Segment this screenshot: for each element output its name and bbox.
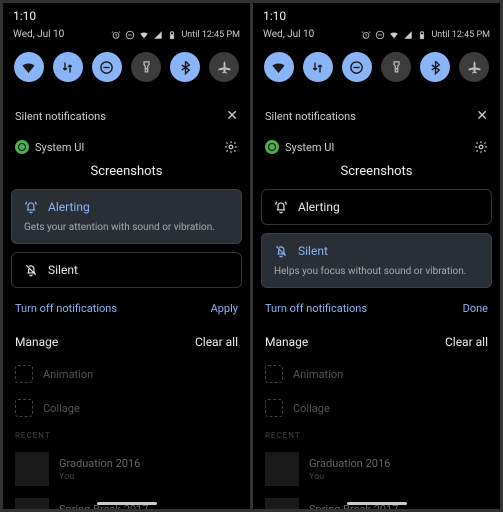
bg-media-sub: You [309,472,390,482]
status-until: Until 12:45 PM [181,30,240,40]
quick-settings-row [253,48,500,92]
signal-status-icon [153,30,163,40]
bg-media-title: Graduation 2016 [59,457,140,470]
app-name: System UI [35,141,84,154]
dnd-icon [349,60,364,75]
status-until: Until 12:45 PM [431,30,490,40]
battery-status-icon [167,30,177,40]
clear-all-button[interactable]: Clear all [445,335,488,349]
qs-flashlight[interactable] [381,52,411,82]
alarm-icon [361,30,371,40]
bg-media-title: Graduation 2016 [309,457,390,470]
background-app-content: Animation Collage RECENT Graduation 2016… [253,357,500,509]
flashlight-icon [139,60,154,75]
qs-data[interactable] [303,52,333,82]
data-swap-icon [60,60,75,75]
flashlight-icon [389,60,404,75]
manage-button[interactable]: Manage [15,335,58,349]
qs-dnd[interactable] [92,52,122,82]
option-silent[interactable]: Silent [11,252,242,288]
bell-ring-icon [24,200,38,214]
clear-all-button[interactable]: Clear all [195,335,238,349]
bg-media-sub: You [59,472,140,482]
airplane-icon [467,60,482,75]
option-alerting-label: Alerting [48,200,90,214]
close-icon[interactable]: ✕ [476,108,488,124]
status-date: Wed, Jul 10 [13,29,64,40]
airplane-icon [217,60,232,75]
option-silent-label: Silent [48,263,78,277]
data-swap-icon [310,60,325,75]
qs-dnd[interactable] [342,52,372,82]
qs-airplane[interactable] [459,52,489,82]
option-alerting-label: Alerting [298,200,340,214]
bg-item: Animation [43,368,93,381]
status-icons: Until 12:45 PM [361,30,490,40]
bg-item: Collage [293,402,330,415]
dnd-status-icon [125,30,135,40]
qs-wifi[interactable] [14,52,44,82]
bell-ring-icon [274,200,288,214]
bluetooth-icon [178,60,193,75]
dnd-status-icon [375,30,385,40]
qs-bluetooth[interactable] [170,52,200,82]
qs-data[interactable] [53,52,83,82]
qs-wifi[interactable] [264,52,294,82]
wifi-icon [271,60,286,75]
home-gesture-bar[interactable] [97,502,157,505]
bell-off-icon [24,263,38,277]
turn-off-notifications-link[interactable]: Turn off notifications [265,302,367,315]
signal-status-icon [403,30,413,40]
battery-status-icon [417,30,427,40]
qs-bluetooth[interactable] [420,52,450,82]
notification-title: Screenshots [11,160,242,189]
qs-airplane[interactable] [209,52,239,82]
status-time: 1:10 [3,3,250,25]
app-name: System UI [285,141,334,154]
silent-notifications-header: Silent notifications [265,110,356,123]
wifi-icon [21,60,36,75]
close-icon[interactable]: ✕ [226,108,238,124]
qs-flashlight[interactable] [131,52,161,82]
alarm-icon [111,30,121,40]
option-alerting[interactable]: Alerting Gets your attention with sound … [11,189,242,244]
apply-button[interactable]: Apply [211,302,238,315]
app-icon [265,140,279,154]
option-alerting-desc: Gets your attention with sound or vibrat… [24,222,229,233]
bg-item: Collage [43,402,80,415]
status-time: 1:10 [253,3,500,25]
notification-title: Screenshots [261,160,492,189]
bluetooth-icon [428,60,443,75]
app-icon [15,140,29,154]
bell-off-icon [274,244,288,258]
wifi-status-icon [139,30,149,40]
option-silent[interactable]: Silent Helps you focus without sound or … [261,233,492,288]
option-silent-desc: Helps you focus without sound or vibrati… [274,266,479,277]
option-alerting[interactable]: Alerting [261,189,492,225]
gear-icon[interactable] [224,140,238,154]
bg-section-label: RECENT [15,425,238,446]
status-icons: Until 12:45 PM [111,30,240,40]
wifi-status-icon [389,30,399,40]
quick-settings-row [3,48,250,92]
option-silent-label: Silent [298,244,328,258]
dnd-icon [99,60,114,75]
home-gesture-bar[interactable] [347,502,407,505]
turn-off-notifications-link[interactable]: Turn off notifications [15,302,117,315]
bg-section-label: RECENT [265,425,488,446]
done-button[interactable]: Done [463,302,488,315]
status-date: Wed, Jul 10 [263,29,314,40]
bg-item: Animation [293,368,343,381]
background-app-content: Animation Collage RECENT Graduation 2016… [3,357,250,509]
silent-notifications-header: Silent notifications [15,110,106,123]
gear-icon[interactable] [474,140,488,154]
manage-button[interactable]: Manage [265,335,308,349]
